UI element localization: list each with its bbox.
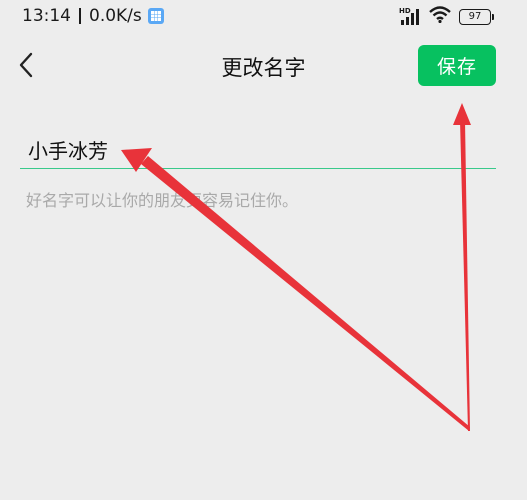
app-notification-icon: [147, 8, 164, 24]
header: 更改名字 保存: [0, 40, 527, 94]
input-underline: [20, 168, 496, 169]
hint-text: 好名字可以让你的朋友更容易记住你。: [26, 191, 299, 210]
save-button[interactable]: 保存: [418, 45, 496, 86]
status-left: 13:14 0.0K/s: [22, 6, 164, 26]
wifi-icon: [429, 6, 451, 27]
battery-level: 97: [468, 11, 482, 22]
signal-icon: HD: [399, 7, 421, 26]
name-input[interactable]: [28, 134, 495, 164]
status-time: 13:14: [22, 6, 71, 26]
network-speed: 0.0K/s: [89, 6, 142, 26]
battery-icon: 97: [459, 8, 494, 25]
status-right: HD 97: [399, 6, 494, 27]
status-separator: [79, 8, 81, 24]
status-bar: 13:14 0.0K/s HD 97: [0, 0, 527, 34]
